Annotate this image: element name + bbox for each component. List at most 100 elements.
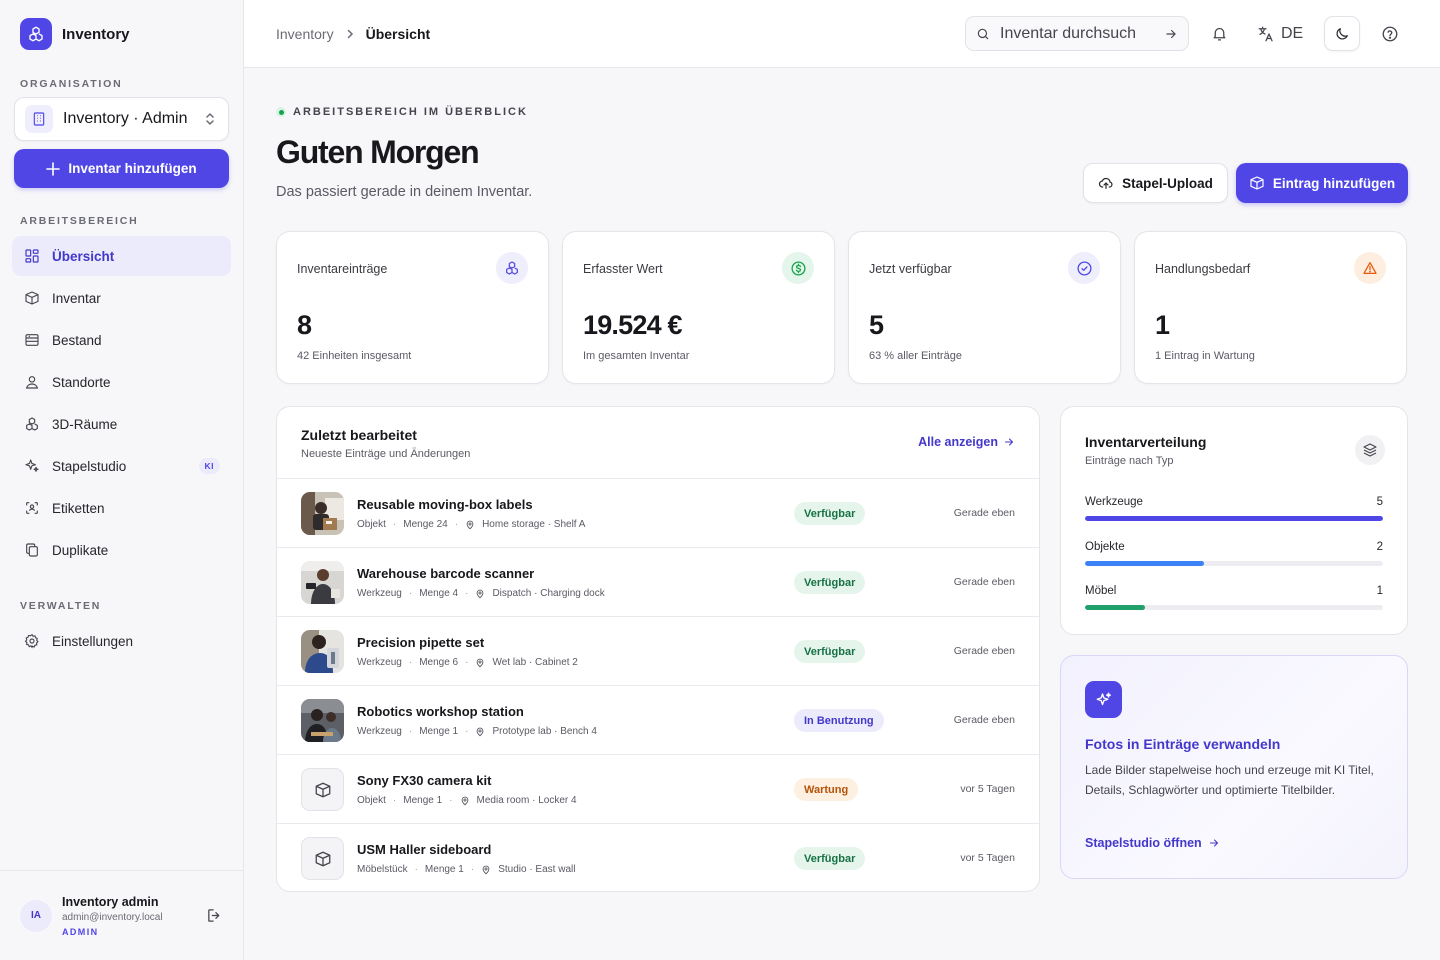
- item-quantity: Menge 24: [403, 519, 448, 530]
- box-icon: [301, 837, 344, 880]
- bell-icon[interactable]: [1209, 16, 1229, 51]
- status-badge: Verfügbar: [794, 571, 866, 594]
- arrow-right-icon: [1003, 436, 1015, 448]
- batch-upload-button[interactable]: Stapel-Upload: [1083, 163, 1228, 203]
- sidebar-item-inventar[interactable]: Inventar: [12, 278, 231, 318]
- stat-label: Erfasster Wert: [583, 262, 663, 276]
- eyebrow: ARBEITSBEREICH IM ÜBERBLICK: [276, 106, 528, 118]
- sidebar-item-label: Stapelstudio: [52, 458, 127, 474]
- table-row[interactable]: Robotics workshop station Werkzeug · Meng…: [277, 686, 1039, 755]
- item-time: Gerade eben: [953, 507, 1015, 519]
- bar-value: 1: [1376, 585, 1383, 597]
- bar-fill: [1085, 516, 1383, 521]
- table-row[interactable]: Sony FX30 camera kit Objekt · Menge 1 · Me…: [277, 755, 1039, 824]
- map-pin-icon: [481, 865, 491, 875]
- item-quantity: Menge 1: [403, 795, 443, 806]
- item-name: Robotics workshop station: [357, 704, 524, 719]
- view-all-link[interactable]: Alle anzeigen: [918, 435, 1015, 449]
- user-pin-icon: [23, 373, 41, 391]
- table-row[interactable]: Reusable moving-box labels Objekt · Menge…: [277, 479, 1039, 548]
- sidebar-item-stapelstudio[interactable]: Stapelstudio KI: [12, 446, 231, 486]
- item-photo: [301, 699, 344, 742]
- recent-subtitle: Neueste Einträge und Änderungen: [301, 448, 471, 460]
- avatar[interactable]: IA: [20, 899, 52, 932]
- table-row[interactable]: USM Haller sideboard Möbelstück · Menge 1…: [277, 824, 1039, 891]
- sidebar-item-einstellungen[interactable]: Einstellungen: [12, 621, 231, 661]
- breadcrumb-inventory[interactable]: Inventory: [276, 26, 334, 42]
- promo-text: Lade Bilder stapelweise hoch und erzeuge…: [1085, 763, 1374, 797]
- table-row[interactable]: Precision pipette set Werkzeug · Menge 6 ·…: [277, 617, 1039, 686]
- plus-icon: [46, 161, 61, 176]
- arrow-right-icon[interactable]: [1164, 27, 1178, 41]
- bar-track: [1085, 605, 1383, 610]
- sidebar-item-bestand[interactable]: Bestand: [12, 320, 231, 360]
- stat-card-value[interactable]: Erfasster Wert 19.524 € Im gesamten Inve…: [562, 231, 835, 384]
- sidebar-item-standorte[interactable]: Standorte: [12, 362, 231, 402]
- page-title: Guten Morgen: [276, 134, 480, 170]
- item-location: Home storage · Shelf A: [482, 519, 586, 530]
- sidebar-item-label: Einstellungen: [52, 633, 134, 649]
- search-input[interactable]: [1000, 24, 1135, 43]
- bar-label: Werkzeuge: [1085, 496, 1143, 508]
- item-type: Werkzeug: [357, 588, 402, 599]
- user-name: Inventory admin: [62, 894, 159, 909]
- sidebar-item-label: Standorte: [52, 374, 111, 390]
- language-switch[interactable]: DE: [1257, 16, 1303, 51]
- main-content: ARBEITSBEREICH IM ÜBERBLICK Guten Morgen…: [244, 68, 1440, 960]
- stat-card-available[interactable]: Jetzt verfügbar 5 63 % aller Einträge: [848, 231, 1121, 384]
- theme-toggle[interactable]: [1324, 16, 1360, 51]
- promo-link-label: Stapelstudio öffnen: [1085, 836, 1202, 850]
- item-type: Objekt: [357, 795, 386, 806]
- sidebar-item-uebersicht[interactable]: Übersicht: [12, 236, 231, 276]
- status-badge: Wartung: [794, 778, 859, 801]
- bar-value: 5: [1376, 496, 1383, 508]
- add-inventory-button[interactable]: Inventar hinzufügen: [14, 149, 229, 188]
- logout-icon[interactable]: [206, 907, 223, 924]
- item-photo: [301, 561, 344, 604]
- arrow-right-icon: [1208, 837, 1220, 849]
- layers-icon[interactable]: [1355, 435, 1385, 465]
- stat-card-entries[interactable]: Inventareinträge 8 42 Einheiten insgesam…: [276, 231, 549, 384]
- cloud-upload-icon: [1098, 175, 1114, 191]
- item-type: Objekt: [357, 519, 386, 530]
- item-meta: Möbelstück · Menge 1 · Studio · East wall: [357, 864, 576, 875]
- open-batch-studio-link[interactable]: Stapelstudio öffnen: [1085, 836, 1220, 850]
- table-row[interactable]: Warehouse barcode scanner Werkzeug · Meng…: [277, 548, 1039, 617]
- stack-icon: [23, 331, 41, 349]
- sidebar-item-duplikate[interactable]: Duplikate: [12, 530, 231, 570]
- add-entry-button[interactable]: Eintrag hinzufügen: [1236, 163, 1408, 203]
- promo-card: Fotos in Einträge verwandeln Lade Bilder…: [1060, 655, 1408, 879]
- ai-badge: KI: [198, 458, 220, 474]
- help-icon[interactable]: [1380, 16, 1400, 51]
- distribution-title: Inventarverteilung: [1085, 434, 1207, 450]
- breadcrumb-current: Übersicht: [365, 25, 431, 42]
- distribution-panel: Inventarverteilung Einträge nach Typ Wer…: [1060, 406, 1408, 635]
- org-select[interactable]: Inventory · Admin: [14, 97, 229, 141]
- view-all-label: Alle anzeigen: [918, 435, 998, 449]
- user-panel: IA Inventory admin admin@inventory.local…: [0, 870, 243, 960]
- brand[interactable]: Inventory: [20, 18, 130, 50]
- sidebar-item-label: Bestand: [52, 332, 102, 348]
- stat-note: 63 % aller Einträge: [869, 350, 962, 362]
- item-photo: [301, 630, 344, 673]
- logo-icon: [20, 18, 52, 50]
- item-name: Warehouse barcode scanner: [357, 566, 535, 581]
- stat-card-action[interactable]: Handlungsbedarf 1 1 Eintrag in Wartung: [1134, 231, 1407, 384]
- workspace-section-label: ARBEITSBEREICH: [20, 215, 139, 227]
- search-icon: [976, 27, 990, 41]
- item-meta: Objekt · Menge 1 · Media room · Locker 4: [357, 795, 577, 806]
- org-section-label: ORGANISATION: [20, 78, 123, 90]
- item-photo: [301, 492, 344, 535]
- item-quantity: Menge 6: [419, 657, 459, 668]
- item-name: Precision pipette set: [357, 635, 485, 650]
- box-plus-icon: [1249, 175, 1265, 191]
- promo-title: Fotos in Einträge verwandeln: [1085, 736, 1281, 752]
- search-box[interactable]: [965, 16, 1189, 51]
- item-meta: Objekt · Menge 24 · Home storage · Shelf A: [357, 519, 586, 530]
- sidebar-nav: Übersicht Inventar Bestand Standorte 3D-…: [12, 236, 231, 572]
- eyebrow-label: ARBEITSBEREICH IM ÜBERBLICK: [293, 106, 528, 118]
- item-meta: Werkzeug · Menge 6 · Wet lab · Cabinet 2: [357, 657, 578, 668]
- sidebar-item-etiketten[interactable]: Etiketten: [12, 488, 231, 528]
- sidebar-item-3d-raeume[interactable]: 3D-Räume: [12, 404, 231, 444]
- stat-value: 5: [869, 310, 884, 340]
